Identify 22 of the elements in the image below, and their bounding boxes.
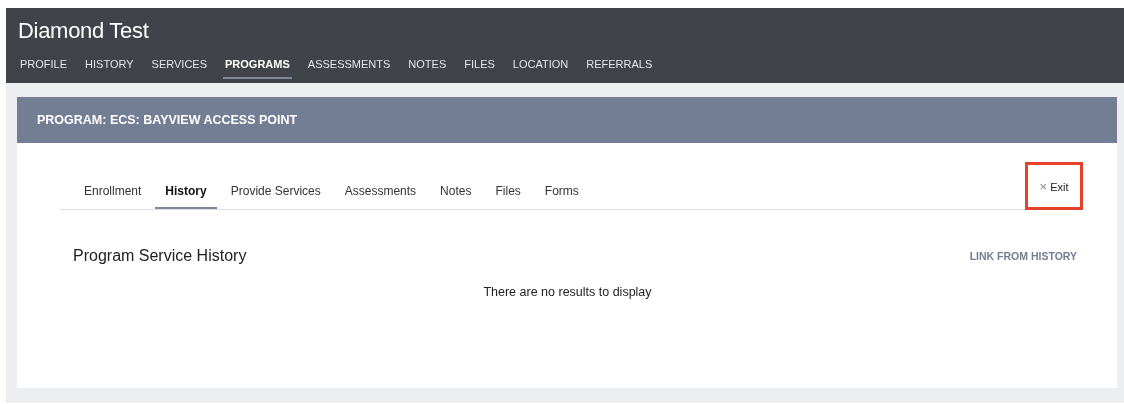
client-name: Diamond Test (18, 17, 150, 45)
nav-tab[interactable]: NOTES (406, 58, 449, 79)
nav-tab[interactable]: REFERRALS (584, 58, 655, 79)
empty-message: There are no results to display (482, 285, 653, 299)
nav-tab[interactable]: PROFILE (18, 58, 70, 79)
program-tab[interactable]: Forms (534, 176, 589, 209)
nav-tab[interactable]: HISTORY (83, 58, 136, 79)
nav-tab[interactable]: ASSESSMENTS (305, 58, 393, 79)
exit-button[interactable]: × Exit (1039, 178, 1069, 194)
nav-tab[interactable]: SERVICES (149, 58, 209, 79)
program-tab[interactable]: Assessments (334, 176, 427, 209)
nav-tab[interactable]: LOCATION (510, 58, 571, 79)
nav-tab[interactable]: FILES (462, 58, 497, 79)
section-title: Program Service History (73, 247, 247, 265)
program-tab[interactable]: Notes (430, 176, 482, 209)
program-tab[interactable]: History (155, 176, 217, 209)
program-tab[interactable]: Files (485, 176, 531, 209)
nav-tab[interactable]: PROGRAMS (223, 58, 292, 79)
link-from-history-link[interactable]: LINK FROM HISTORY (969, 250, 1077, 262)
program-tab[interactable]: Enrollment (74, 176, 152, 209)
program-title: PROGRAM: ECS: BAYVIEW ACCESS POINT (37, 113, 298, 127)
program-tab[interactable]: Provide Services (220, 176, 331, 209)
